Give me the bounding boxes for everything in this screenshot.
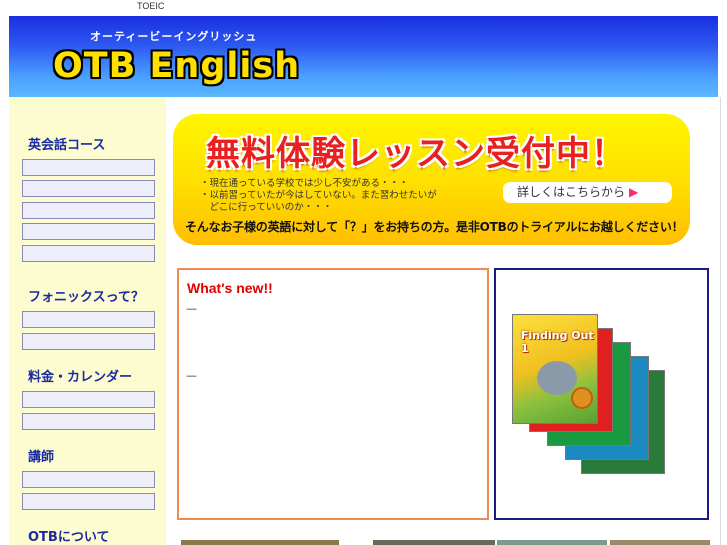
sidebar-item-phonics-2[interactable] bbox=[22, 333, 155, 350]
brand-logo[interactable]: OTB English bbox=[53, 46, 300, 86]
news-entry[interactable]: — bbox=[186, 302, 197, 315]
sidebar-item-course-1[interactable] bbox=[22, 159, 155, 176]
details-button[interactable]: 詳しくはこちらから ▶ bbox=[503, 182, 672, 203]
sidebar-item-fees-1[interactable] bbox=[22, 391, 155, 408]
cd-badge-icon bbox=[571, 387, 593, 409]
sidebar-title-about-otb[interactable]: OTBについて bbox=[28, 526, 109, 545]
play-arrow-icon: ▶ bbox=[629, 185, 639, 199]
textbook-panel: Finding Out 1 bbox=[494, 268, 709, 520]
toeic-link[interactable]: TOEIC bbox=[137, 1, 164, 11]
book-title: Finding Out 1 bbox=[521, 329, 594, 355]
banner-bullet: どこに行っていいのか・・・ bbox=[200, 202, 333, 213]
book-cover-icon[interactable]: Finding Out 1 bbox=[512, 314, 598, 424]
news-entry[interactable]: — bbox=[186, 369, 197, 382]
trial-lesson-banner[interactable]: 無料体験レッスン受付中！ ・現在通っている学校では少し不安がある・・・ ・以前習… bbox=[173, 114, 690, 245]
photo-strip bbox=[181, 540, 339, 545]
sidebar-title-english-course[interactable]: 英会話コース bbox=[28, 134, 105, 153]
sidebar-item-fees-2[interactable] bbox=[22, 413, 155, 430]
site-header: オーティービーイングリッシュ OTB English bbox=[9, 16, 718, 97]
photo-strip bbox=[497, 540, 607, 545]
banner-headline: 無料体験レッスン受付中！ bbox=[206, 134, 626, 174]
details-button-label: 詳しくはこちらから bbox=[517, 185, 626, 199]
sidebar-item-course-5[interactable] bbox=[22, 245, 155, 262]
right-divider bbox=[720, 97, 721, 545]
banner-bullet: ・現在通っている学校では少し不安がある・・・ bbox=[200, 178, 409, 189]
sidebar-title-fees-calendar[interactable]: 料金・カレンダー bbox=[28, 366, 132, 385]
photo-strip bbox=[610, 540, 710, 545]
brand-kana: オーティービーイングリッシュ bbox=[90, 30, 258, 43]
sidebar-title-teachers[interactable]: 講師 bbox=[28, 446, 54, 465]
sidebar-item-course-2[interactable] bbox=[22, 180, 155, 197]
sidebar-item-course-3[interactable] bbox=[22, 202, 155, 219]
sidebar-item-course-4[interactable] bbox=[22, 223, 155, 240]
photo-strip bbox=[373, 540, 495, 545]
banner-tagline: そんなお子様の英語に対して「？」をお持ちの方。是非OTBのトライアルにお越しくだ… bbox=[185, 220, 684, 234]
sidebar-item-teachers-1[interactable] bbox=[22, 471, 155, 488]
top-utility-bar: TOEIC bbox=[0, 0, 727, 14]
sidebar-item-teachers-2[interactable] bbox=[22, 493, 155, 510]
banner-bullet: ・以前習っていたが今はしていない。また習わせたいが bbox=[200, 190, 437, 201]
sidebar-title-phonics[interactable]: フォニックスって？ bbox=[28, 286, 144, 305]
sidebar-item-phonics-1[interactable] bbox=[22, 311, 155, 328]
whats-new-title: What's new!! bbox=[187, 280, 273, 296]
sidebar: 英会話コース フォニックスって？ 料金・カレンダー 講師 OTBについて bbox=[9, 97, 166, 545]
whats-new-panel: What's new!! — — bbox=[177, 268, 489, 520]
banner-bullets: ・現在通っている学校では少し不安がある・・・ ・以前習っていたが今はしていない。… bbox=[200, 178, 437, 214]
rhino-character-icon bbox=[537, 361, 577, 395]
